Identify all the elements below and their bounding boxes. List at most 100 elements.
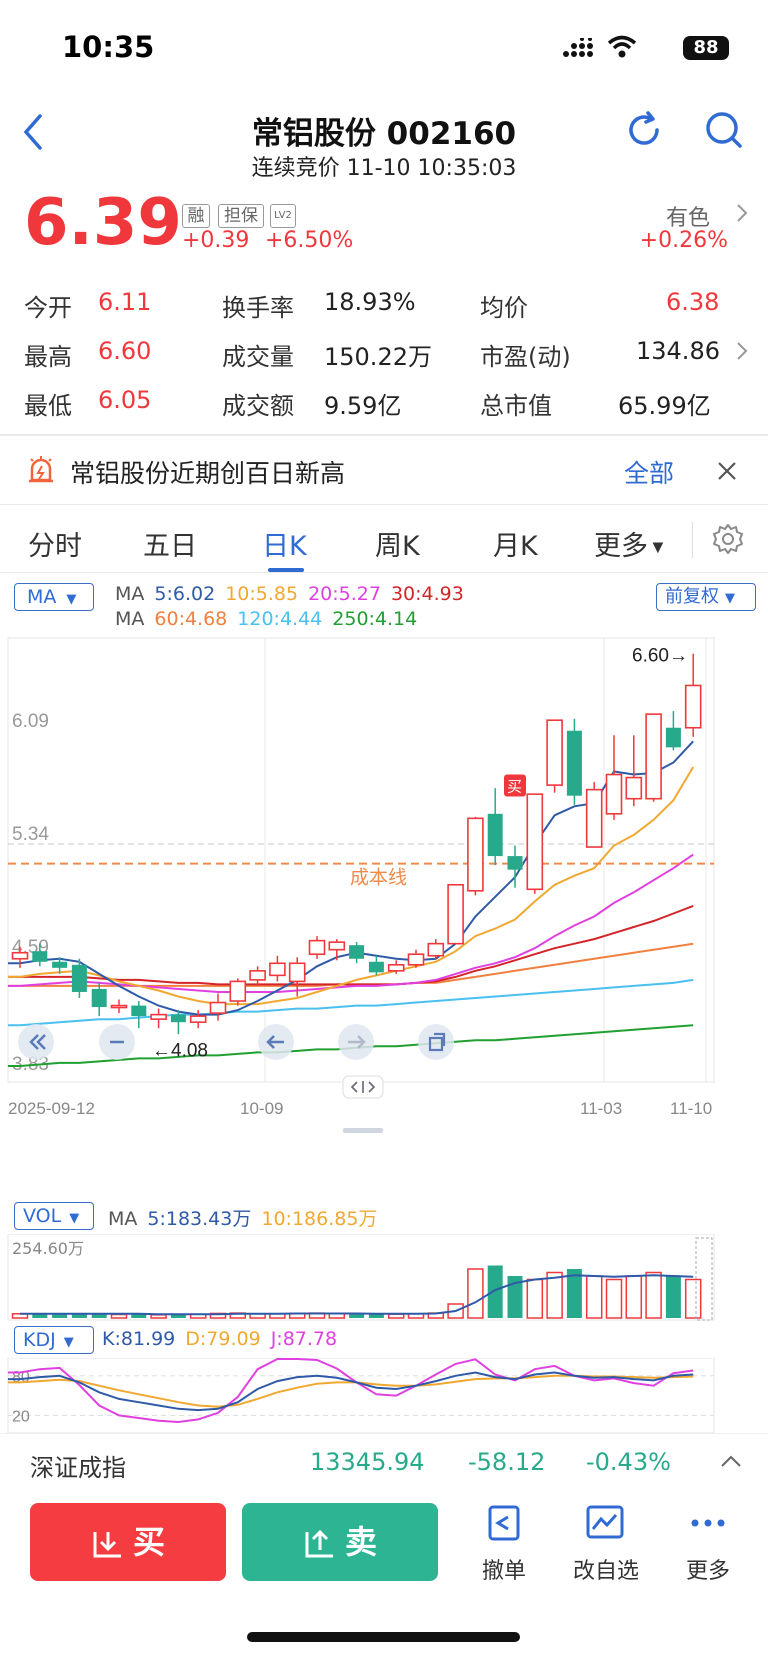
candle-up [11,951,29,960]
candle-down [131,1005,147,1017]
candle-down [71,964,87,992]
candle-up [467,817,484,892]
index-bar[interactable]: 深证成指 13345.94 -58.12 -0.43% [0,1433,768,1489]
tab-five-day[interactable]: 五日 [143,524,197,563]
candle-down [91,988,107,1008]
trade-actions: 买 卖 撤单 改自选 更多 [0,1493,768,1603]
volume-bar-up [684,1278,702,1319]
volume-chart[interactable]: 254.60万 [0,1234,768,1322]
price-change: +0.39 [182,228,250,253]
ma-legend-row-2: MA 60:4.68 120:4.44 250:4.14 [115,608,418,630]
kdj-j-line [8,1358,694,1424]
gear-icon[interactable] [711,522,745,556]
volume-bar-down [131,1314,147,1318]
rewind-icon[interactable] [18,1024,54,1060]
tab-daily-k[interactable]: 日K [262,524,307,563]
stat-label-pe: 市盈(动) [480,343,571,371]
stat-label-avg: 均价 [480,294,528,322]
buy-marker-text: 买 [507,778,522,796]
level2-tag: LV2 [270,204,296,228]
banner-all-link[interactable]: 全部 [624,454,674,490]
stat-label-amount: 成交额 [222,392,294,420]
volume-bar-down [487,1265,503,1318]
chevron-right-icon[interactable] [735,340,749,362]
news-banner[interactable]: 常铝股份近期创百日新高 全部 [0,436,768,504]
candle-down [349,945,365,959]
volume-ma-legend: MA 5:183.43万 10:186.85万 [108,1208,378,1230]
more-button[interactable]: 更多 [668,1503,748,1585]
volume-indicator-select[interactable]: VOL ▼ [14,1202,94,1230]
kdj-tick-label: 20 [12,1408,30,1425]
edit-watchlist-button[interactable]: 改自选 [566,1503,646,1585]
cancel-order-icon [488,1505,520,1541]
volume-bar-up [645,1271,662,1319]
y-tick-label: 6.09 [12,711,49,732]
candle-down [52,961,68,968]
watchlist-chart-icon [586,1505,624,1539]
candle-up [684,684,702,729]
buy-button[interactable]: 买 [30,1503,226,1581]
candle-down [566,730,582,796]
tab-monthly-k[interactable]: 月K [493,524,538,563]
volume-bar-down [32,1314,48,1318]
cellular-signal-icon [563,38,593,57]
ma-legend-row-1: MA 5:6.02 10:5.85 20:5.27 30:4.93 [115,583,464,605]
kdj-legend: K:81.99 D:79.09 J:87.78 [102,1328,338,1350]
price-change-pct: +6.50% [265,228,354,253]
stat-label-low: 最低 [24,392,72,420]
candle-up [625,776,643,800]
kdj-chart[interactable]: 8020 [0,1358,768,1433]
stat-label-mktcap: 总市值 [480,392,552,420]
price-adjust-select[interactable]: 前复权 ▼ [656,583,756,611]
home-indicator [247,1632,520,1642]
candle-up [269,962,286,977]
reset-icon[interactable] [418,1024,454,1060]
refresh-icon[interactable] [624,110,664,150]
volume-bar-up [526,1278,544,1319]
candle-up [427,942,445,957]
index-value: 13345.94 [310,1448,425,1476]
chevron-up-icon[interactable] [720,1454,742,1468]
index-name: 深证成指 [30,1454,126,1482]
close-icon[interactable] [716,460,738,482]
header: 常铝股份 002160 连续竞价 11-10 10:35:03 [0,100,768,190]
tab-more[interactable]: 更多 ▼ [594,524,663,563]
candle-up [249,970,266,981]
candle-up [288,962,306,983]
tab-weekly-k[interactable]: 周K [375,524,420,563]
chevron-right-icon[interactable] [735,202,749,224]
candle-up [447,883,464,945]
pan-left-icon[interactable] [258,1024,294,1060]
candle-up [546,719,563,786]
x-axis-label: 2025-09-12 [8,1099,95,1118]
chart-drag-handle[interactable] [342,1075,384,1099]
volume-bar-up [110,1313,128,1319]
kdj-frame [7,1358,715,1433]
candle-up [328,941,346,951]
candle-up [605,773,623,815]
cancel-order-button[interactable]: 撤单 [464,1503,544,1585]
kline-chart[interactable]: 6.856.095.344.593.83成本线买6.60→←4.082025-0… [0,636,768,1196]
stat-label-volume: 成交量 [222,343,294,371]
x-axis-label: 11-10 [670,1099,712,1118]
candle-down [487,813,503,857]
volume-bar-up [625,1275,643,1319]
kdj-indicator-select[interactable]: KDJ ▼ [14,1326,94,1354]
candle-up [150,1013,167,1020]
stat-label-open: 今开 [24,294,72,322]
tab-intraday[interactable]: 分时 [28,524,82,563]
zoom-out-icon[interactable] [99,1024,135,1060]
sell-button[interactable]: 卖 [242,1503,438,1581]
stat-label-high: 最高 [24,343,72,371]
low-price-label: ←4.08 [152,1040,208,1061]
sector-change[interactable]: +0.26% [640,228,728,253]
current-price: 6.39 [24,186,182,260]
search-icon[interactable] [704,110,744,152]
download-arrow-icon [93,1532,121,1558]
y-tick-label: 5.34 [12,824,49,845]
candle-up [110,1004,128,1009]
stat-value-avg: 6.38 [666,288,720,316]
pan-right-icon[interactable] [338,1024,374,1060]
ma-indicator-select[interactable]: MA ▼ [14,583,94,611]
period-tabs: 分时 五日 日K 周K 月K 更多 ▼ [0,506,768,574]
